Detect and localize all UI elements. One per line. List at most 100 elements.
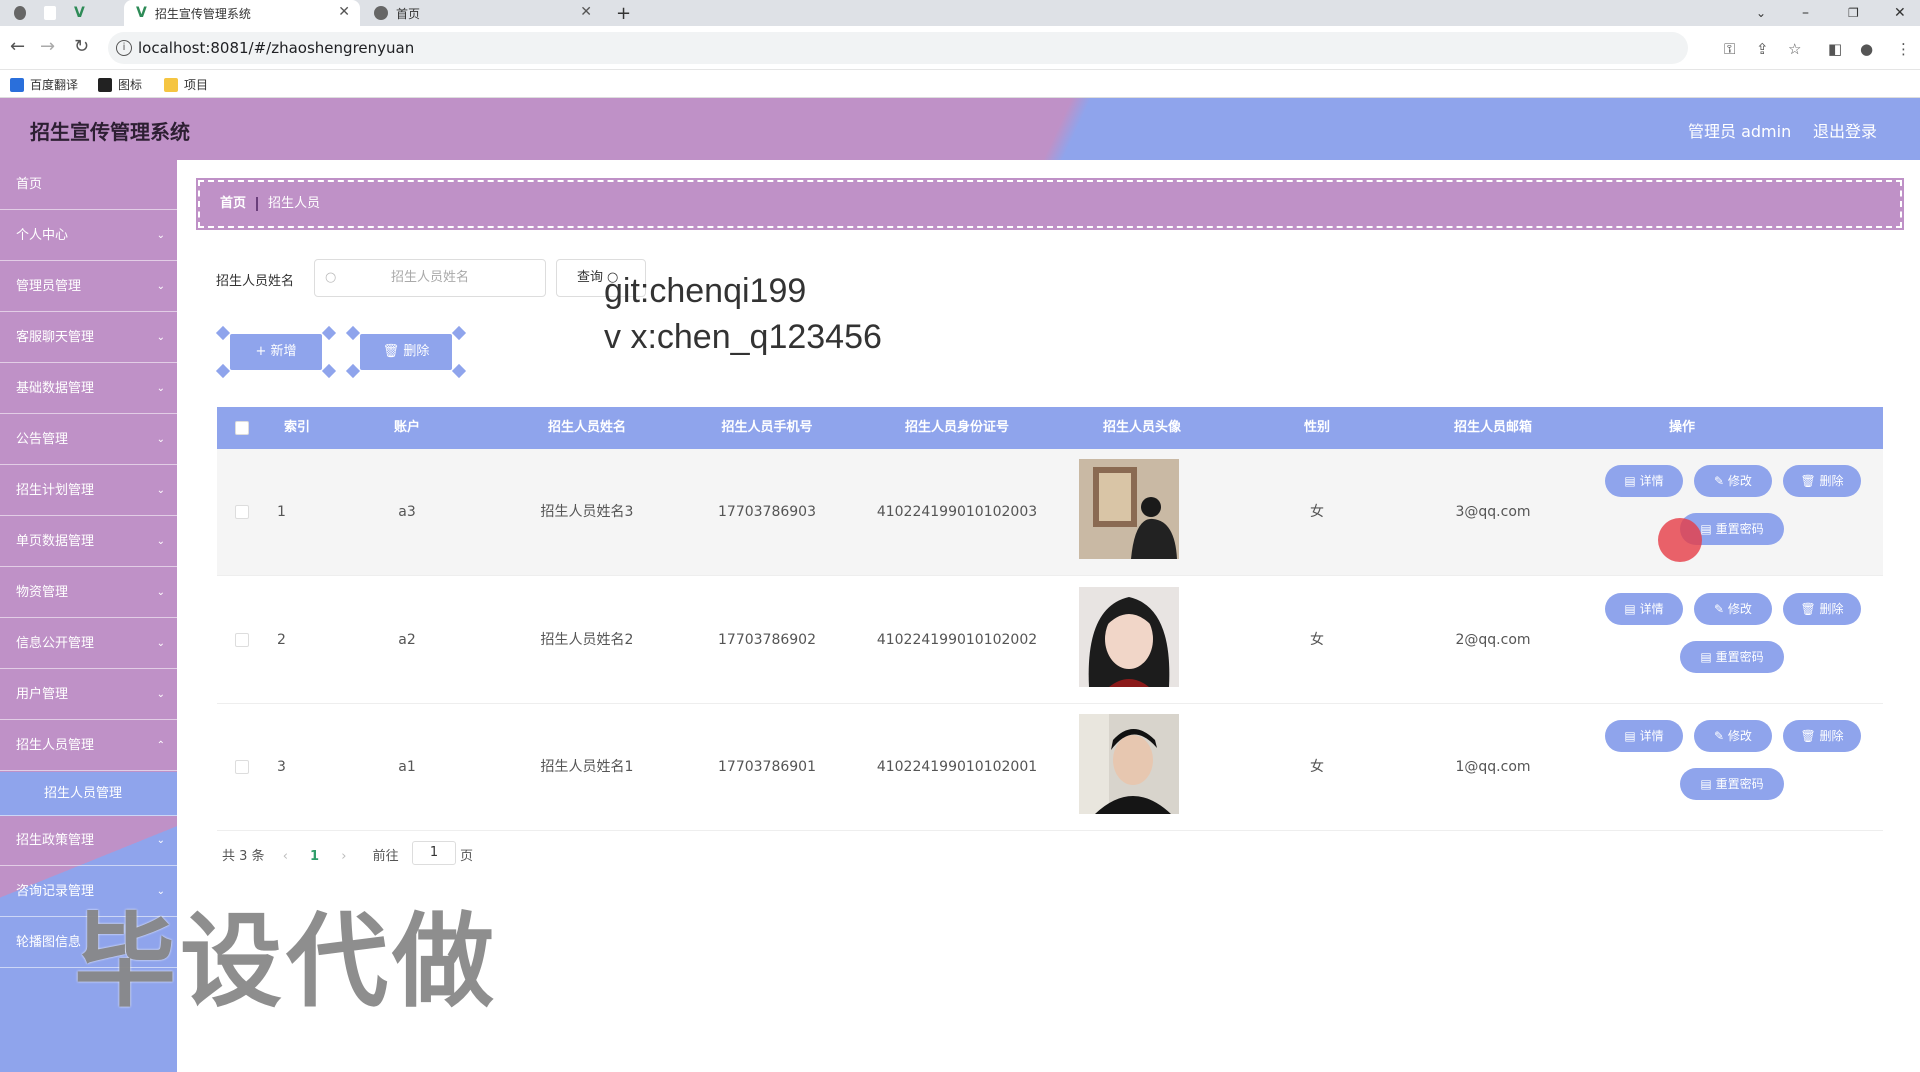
tab-pinned-1[interactable] — [14, 0, 34, 26]
sidepanel-icon[interactable]: ◧ — [1828, 40, 1842, 58]
edit-button[interactable]: ✎ 修改 — [1694, 593, 1772, 625]
sidebar-item-label: 用户管理 — [16, 687, 69, 702]
bookmark-icons[interactable]: 图标 — [98, 76, 142, 93]
key-icon[interactable]: ⚿ — [1724, 40, 1735, 58]
trash-icon: 🗑 — [1800, 474, 1820, 488]
forward-icon[interactable]: → — [40, 36, 55, 57]
reset-label: 重置密码 — [1715, 777, 1764, 791]
row-checkbox[interactable] — [235, 760, 249, 774]
sidebar-item-basedata[interactable]: 基础数据管理 ⌄ — [0, 364, 177, 414]
cell-gender: 女 — [1310, 632, 1324, 648]
delete-button[interactable]: 🗑 删除 — [345, 325, 467, 379]
trash-icon: 🗑 — [1800, 602, 1820, 616]
sidebar-item-label: 基础数据管理 — [16, 381, 95, 396]
sidebar-item-singlepage[interactable]: 单页数据管理 ⌄ — [0, 517, 177, 567]
sidebar-item-disclosure[interactable]: 信息公开管理 ⌄ — [0, 619, 177, 669]
add-button[interactable]: + 新增 — [215, 325, 337, 379]
detail-icon: ▤ — [1624, 474, 1640, 488]
url-field[interactable]: i localhost:8081/#/zhaoshengrenyuan — [108, 32, 1688, 64]
sidebar-item-admin[interactable]: 管理员管理 ⌄ — [0, 262, 177, 312]
detail-button[interactable]: ▤ 详情 — [1605, 593, 1683, 625]
watermark-big: 毕设代做 — [74, 903, 498, 1022]
reset-password-button[interactable]: ▤ 重置密码 — [1680, 768, 1784, 800]
cell-index: 2 — [277, 632, 286, 648]
close-tab-icon[interactable]: ✕ — [338, 4, 350, 20]
goto-page-input[interactable]: 1 — [412, 841, 456, 865]
button-decoration — [215, 363, 231, 379]
next-page-icon[interactable]: › — [341, 849, 346, 864]
sidebar-item-home[interactable]: 首页 — [0, 160, 177, 210]
sidebar-item-personal[interactable]: 个人中心 ⌄ — [0, 211, 177, 261]
sidebar-item-label: 轮播图信息 — [16, 935, 82, 950]
sidebar-item-label: 个人中心 — [16, 228, 69, 243]
row-checkbox[interactable] — [235, 633, 249, 647]
chevron-up-icon: ⌃ — [156, 740, 165, 751]
bookmark-translate[interactable]: 百度翻译 — [10, 76, 78, 93]
watermark-git: git:chenqi199 — [604, 272, 807, 310]
logout-link[interactable]: 退出登录 — [1813, 118, 1877, 142]
sidebar-item-plan[interactable]: 招生计划管理 ⌄ — [0, 466, 177, 516]
edit-button[interactable]: ✎ 修改 — [1694, 465, 1772, 497]
detail-button[interactable]: ▤ 详情 — [1605, 720, 1683, 752]
detail-button[interactable]: ▤ 详情 — [1605, 465, 1683, 497]
tab-home[interactable]: 首页 ✕ — [366, 0, 602, 26]
close-window-icon[interactable]: ✕ — [1894, 0, 1906, 26]
sidebar-item-recruiters[interactable]: 招生人员管理 ⌃ — [0, 721, 177, 771]
edit-button[interactable]: ✎ 修改 — [1694, 720, 1772, 752]
close-tab-icon[interactable]: ✕ — [580, 4, 592, 20]
delete-label: 删除 — [1819, 729, 1844, 743]
cell-idcard: 410224199010102002 — [876, 632, 1038, 648]
reload-icon[interactable]: ↻ — [74, 36, 89, 57]
tab-active[interactable]: V 招生宣传管理系统 ✕ — [124, 0, 360, 26]
restore-icon[interactable]: ❐ — [1848, 0, 1859, 26]
col-actions: 操作 — [1668, 420, 1695, 435]
table-header: 索引 账户 招生人员姓名 招生人员手机号 招生人员身份证号 招生人员头像 性别 … — [217, 407, 1883, 449]
page-number[interactable]: 1 — [310, 849, 319, 864]
star-icon[interactable]: ☆ — [1788, 40, 1801, 58]
table-row: 1 a3 招生人员姓名3 17703786903 410224199010102… — [217, 449, 1883, 576]
edit-icon: ✎ — [1714, 602, 1728, 616]
tab-list-icon[interactable]: ⌄ — [1756, 0, 1766, 26]
sidebar-item-supplies[interactable]: 物资管理 ⌄ — [0, 568, 177, 618]
bookmarks-bar: 百度翻译 图标 项目 — [0, 70, 1920, 98]
tab-pinned-3[interactable]: V — [74, 0, 104, 26]
sidebar-item-policy[interactable]: 招生政策管理 ⌄ — [0, 816, 177, 866]
cell-phone: 17703786903 — [718, 504, 816, 520]
delete-row-button[interactable]: 🗑 删除 — [1783, 720, 1861, 752]
select-all-checkbox[interactable] — [235, 421, 249, 435]
bookmark-project[interactable]: 项目 — [164, 76, 208, 93]
button-decoration — [345, 325, 361, 341]
search-input[interactable]: ○ 招生人员姓名 — [314, 259, 546, 297]
info-icon[interactable]: i — [116, 40, 132, 56]
delete-row-button[interactable]: 🗑 删除 — [1783, 593, 1861, 625]
sidebar-item-chat[interactable]: 客服聊天管理 ⌄ — [0, 313, 177, 363]
row-checkbox[interactable] — [235, 505, 249, 519]
prev-page-icon[interactable]: ‹ — [283, 849, 288, 864]
browser-tab-bar: V V 招生宣传管理系统 ✕ 首页 ✕ + ⌄ – ❐ ✕ — [0, 0, 1920, 26]
delete-row-button[interactable]: 🗑 删除 — [1783, 465, 1861, 497]
minimize-icon[interactable]: – — [1802, 0, 1809, 26]
menu-icon[interactable]: ⋮ — [1896, 40, 1911, 58]
folder-icon — [164, 77, 178, 92]
col-account: 账户 — [393, 420, 420, 435]
col-index: 索引 — [283, 420, 310, 435]
reset-password-button[interactable]: ▤ 重置密码 — [1680, 641, 1784, 673]
detail-icon: ▤ — [1624, 602, 1640, 616]
query-label: 查询 — [577, 270, 604, 285]
sidebar-item-notice[interactable]: 公告管理 ⌄ — [0, 415, 177, 465]
sidebar-subitem-recruiters[interactable]: 招生人员管理 — [0, 772, 177, 816]
sidebar-item-label: 招生计划管理 — [16, 483, 95, 498]
breadcrumb-home[interactable]: 首页 — [220, 196, 246, 211]
share-icon[interactable]: ⇪ — [1756, 40, 1769, 58]
sidebar-item-users[interactable]: 用户管理 ⌄ — [0, 670, 177, 720]
address-bar: ← → ↻ i localhost:8081/#/zhaoshengrenyua… — [0, 26, 1920, 70]
profile-icon[interactable]: ● — [1860, 40, 1873, 58]
cell-email: 3@qq.com — [1455, 504, 1531, 520]
cell-idcard: 410224199010102001 — [876, 759, 1038, 775]
tab-pinned-2[interactable] — [44, 0, 64, 26]
image-icon — [98, 77, 112, 92]
back-icon[interactable]: ← — [10, 36, 25, 57]
new-tab-icon[interactable]: + — [616, 0, 631, 26]
edit-label: 修改 — [1727, 602, 1752, 616]
cell-idcard: 410224199010102003 — [876, 504, 1038, 520]
